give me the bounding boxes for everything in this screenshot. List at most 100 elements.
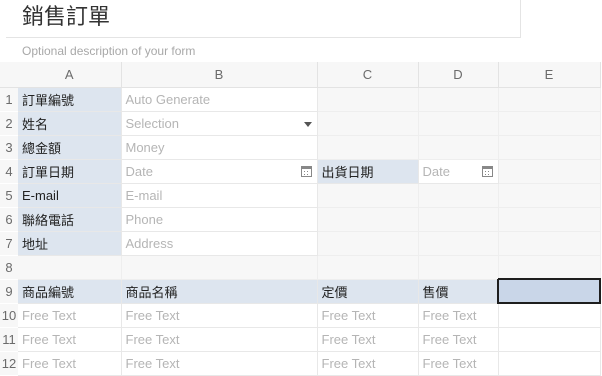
column-header-b[interactable]: B — [121, 62, 318, 88]
phone-field[interactable]: Phone — [121, 207, 318, 232]
empty-cell[interactable] — [498, 87, 601, 112]
calendar-icon[interactable] — [481, 165, 493, 177]
empty-cell[interactable] — [317, 207, 419, 232]
dropdown-caret-icon[interactable] — [303, 121, 312, 127]
table-row: 11 Free Text Free Text Free Text Free Te… — [0, 327, 601, 352]
row-number[interactable]: 1 — [0, 87, 18, 112]
free-text-cell[interactable]: Free Text — [418, 327, 499, 352]
name-select-field[interactable]: Selection — [121, 111, 318, 136]
free-text-cell[interactable]: Free Text — [18, 303, 122, 328]
empty-cell[interactable] — [317, 183, 419, 208]
column-header-c[interactable]: C — [317, 62, 419, 88]
column-header-row: A B C D E — [0, 62, 601, 88]
free-text-cell[interactable]: Free Text — [121, 327, 318, 352]
row-number[interactable]: 11 — [0, 327, 18, 352]
row-number[interactable]: 7 — [0, 231, 18, 256]
sheet-row: 8 — [0, 255, 601, 280]
column-header-e[interactable]: E — [498, 62, 601, 88]
sheet-row: 3 總金額 Money — [0, 135, 601, 160]
empty-cell[interactable] — [418, 207, 499, 232]
free-text-cell[interactable]: Free Text — [317, 303, 419, 328]
empty-cell[interactable] — [498, 231, 601, 256]
row-number[interactable]: 5 — [0, 183, 18, 208]
order-date-placeholder: Date — [125, 163, 153, 179]
field-label-email[interactable]: E-mail — [18, 183, 122, 208]
field-label-name[interactable]: 姓名 — [18, 111, 122, 136]
row-number[interactable]: 9 — [0, 279, 18, 304]
field-label-ship-date[interactable]: 出貨日期 — [317, 159, 419, 184]
free-text-cell[interactable]: Free Text — [121, 303, 318, 328]
column-header-d[interactable]: D — [418, 62, 499, 88]
empty-cell[interactable] — [418, 87, 499, 112]
ship-date-field[interactable]: Date — [418, 159, 499, 184]
empty-cell[interactable] — [18, 255, 122, 280]
empty-cell[interactable] — [418, 183, 499, 208]
sheet-row: 7 地址 Address — [0, 231, 601, 256]
empty-cell[interactable] — [498, 207, 601, 232]
form-description[interactable]: Optional description of your form — [22, 43, 195, 59]
address-field[interactable]: Address — [121, 231, 318, 256]
field-label-total-amount[interactable]: 總金額 — [18, 135, 122, 160]
empty-cell[interactable] — [498, 255, 601, 280]
row-number[interactable]: 8 — [0, 255, 18, 280]
ship-date-placeholder: Date — [422, 163, 450, 179]
free-text-cell[interactable]: Free Text — [18, 351, 122, 376]
order-id-field[interactable]: Auto Generate — [121, 87, 318, 112]
free-text-cell[interactable]: Free Text — [18, 327, 122, 352]
field-label-order-id[interactable]: 訂單編號 — [18, 87, 122, 112]
calendar-icon[interactable] — [300, 165, 312, 177]
empty-cell[interactable] — [498, 135, 601, 160]
table-row: 10 Free Text Free Text Free Text Free Te… — [0, 303, 601, 328]
free-text-cell[interactable]: Free Text — [317, 327, 419, 352]
empty-cell[interactable] — [317, 255, 419, 280]
row-number[interactable]: 3 — [0, 135, 18, 160]
table-header-product-name[interactable]: 商品名稱 — [121, 279, 318, 304]
spreadsheet-grid: A B C D E 1 訂單編號 Auto Generate 2 姓名 Sele… — [0, 62, 601, 376]
sheet-row: 1 訂單編號 Auto Generate — [0, 87, 601, 112]
corner-cell[interactable] — [0, 62, 18, 88]
row-number[interactable]: 12 — [0, 351, 18, 376]
column-header-a[interactable]: A — [18, 62, 122, 88]
empty-cell[interactable] — [121, 255, 318, 280]
free-text-cell[interactable]: Free Text — [121, 351, 318, 376]
field-label-address[interactable]: 地址 — [18, 231, 122, 256]
selected-cell[interactable] — [497, 278, 601, 304]
sheet-row: 5 E-mail E-mail — [0, 183, 601, 208]
empty-cell[interactable] — [498, 303, 601, 328]
free-text-cell[interactable]: Free Text — [317, 351, 419, 376]
order-date-field[interactable]: Date — [121, 159, 318, 184]
free-text-cell[interactable]: Free Text — [418, 351, 499, 376]
table-header-row: 9 商品編號 商品名稱 定價 售價 — [0, 278, 601, 304]
empty-cell[interactable] — [418, 135, 499, 160]
table-header-sale-price[interactable]: 售價 — [418, 279, 499, 304]
sheet-row: 4 訂單日期 Date 出貨日期 Date — [0, 159, 601, 184]
empty-cell[interactable] — [498, 159, 601, 184]
empty-cell[interactable] — [418, 231, 499, 256]
row-number[interactable]: 10 — [0, 303, 18, 328]
empty-cell[interactable] — [498, 183, 601, 208]
field-label-order-date[interactable]: 訂單日期 — [18, 159, 122, 184]
empty-cell[interactable] — [317, 87, 419, 112]
empty-cell[interactable] — [418, 111, 499, 136]
email-field[interactable]: E-mail — [121, 183, 318, 208]
row-number[interactable]: 2 — [0, 111, 18, 136]
field-label-phone[interactable]: 聯絡電話 — [18, 207, 122, 232]
form-title[interactable]: 銷售訂單 — [22, 4, 110, 32]
empty-cell[interactable] — [317, 231, 419, 256]
sheet-row: 2 姓名 Selection — [0, 111, 601, 136]
free-text-cell[interactable]: Free Text — [418, 303, 499, 328]
empty-cell[interactable] — [317, 135, 419, 160]
sheet-row: 6 聯絡電話 Phone — [0, 207, 601, 232]
row-number[interactable]: 4 — [0, 159, 18, 184]
table-header-list-price[interactable]: 定價 — [317, 279, 419, 304]
empty-cell[interactable] — [418, 255, 499, 280]
empty-cell[interactable] — [317, 111, 419, 136]
empty-cell[interactable] — [498, 351, 601, 376]
table-header-product-id[interactable]: 商品編號 — [18, 279, 122, 304]
row-number[interactable]: 6 — [0, 207, 18, 232]
name-select-placeholder: Selection — [125, 115, 179, 131]
empty-cell[interactable] — [498, 327, 601, 352]
total-amount-field[interactable]: Money — [121, 135, 318, 160]
empty-cell[interactable] — [498, 111, 601, 136]
table-row: 12 Free Text Free Text Free Text Free Te… — [0, 351, 601, 376]
